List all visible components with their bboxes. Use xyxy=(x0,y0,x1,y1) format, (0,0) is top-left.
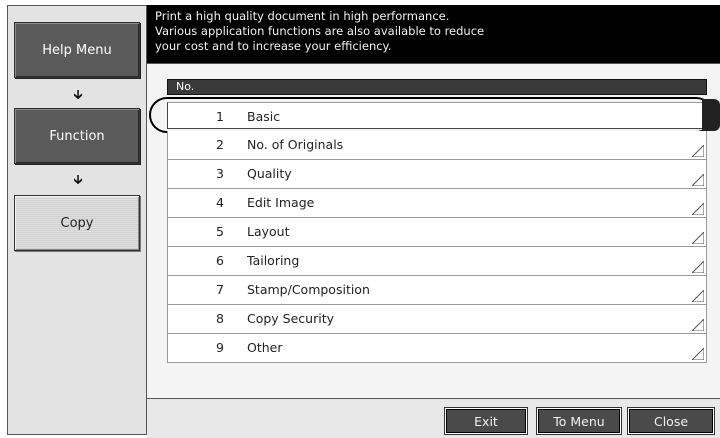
row-label: Layout xyxy=(247,224,290,239)
corner-mark-icon xyxy=(692,290,704,302)
function-button[interactable]: Function xyxy=(14,108,140,164)
row-label: No. of Originals xyxy=(247,137,344,152)
function-row-layout[interactable]: 5 Layout xyxy=(167,218,707,247)
row-number: 2 xyxy=(216,137,224,152)
message-line: your cost and to increase your efficienc… xyxy=(155,39,392,53)
row-label: Copy Security xyxy=(247,311,335,326)
column-header-no: No. xyxy=(176,80,195,93)
row-number: 4 xyxy=(216,195,224,210)
message-line: Various application functions are also a… xyxy=(155,24,485,38)
row-label: Other xyxy=(247,340,283,355)
function-row-no-of-originals[interactable]: 2 No. of Originals xyxy=(167,131,707,160)
function-row-quality[interactable]: 3 Quality xyxy=(167,160,707,189)
exit-button[interactable]: Exit xyxy=(446,409,526,433)
function-row-other[interactable]: 9 Other xyxy=(167,334,707,363)
row-number: 9 xyxy=(216,340,224,355)
function-row-tailoring[interactable]: 6 Tailoring xyxy=(167,247,707,276)
corner-mark-icon xyxy=(692,319,704,331)
function-row-edit-image[interactable]: 4 Edit Image xyxy=(167,189,707,218)
help-menu-button[interactable]: Help Menu xyxy=(14,22,140,78)
row-number: 5 xyxy=(216,224,224,239)
function-row-stamp-composition[interactable]: 7 Stamp/Composition xyxy=(167,276,707,305)
exit-label: Exit xyxy=(474,413,498,429)
copy-button: Copy xyxy=(14,195,140,251)
row-number: 3 xyxy=(216,166,224,181)
selection-tab xyxy=(702,99,720,131)
function-row-basic[interactable]: 1 Basic xyxy=(167,102,707,129)
close-label: Close xyxy=(653,413,689,429)
help-screen: Help Menu 🡳 Function 🡳 Copy Print a high… xyxy=(0,0,720,438)
close-button[interactable]: Close xyxy=(629,409,713,433)
row-label: Quality xyxy=(247,166,292,181)
corner-mark-icon xyxy=(692,145,704,157)
table-header: No. xyxy=(167,79,707,95)
corner-mark-icon xyxy=(692,261,704,273)
function-label: Function xyxy=(49,128,105,144)
down-arrow-icon: 🡳 xyxy=(73,88,83,103)
description-message: Print a high quality document in high pe… xyxy=(147,5,720,63)
corner-mark-icon xyxy=(692,203,704,215)
to-menu-button[interactable]: To Menu xyxy=(538,409,620,433)
corner-mark-icon xyxy=(692,174,704,186)
corner-mark-icon xyxy=(692,232,704,244)
to-menu-label: To Menu xyxy=(553,413,605,429)
row-number: 7 xyxy=(216,282,224,297)
row-number: 6 xyxy=(216,253,224,268)
row-number: 8 xyxy=(216,311,224,326)
row-label: Basic xyxy=(247,109,281,124)
copy-label: Copy xyxy=(60,215,94,231)
corner-mark-icon xyxy=(692,348,704,360)
function-row-copy-security[interactable]: 8 Copy Security xyxy=(167,305,707,334)
row-label: Edit Image xyxy=(247,195,315,210)
down-arrow-icon: 🡳 xyxy=(73,173,83,188)
row-label: Tailoring xyxy=(247,253,300,268)
message-line: Print a high quality document in high pe… xyxy=(155,9,450,23)
row-label: Stamp/Composition xyxy=(247,282,370,297)
row-number: 1 xyxy=(216,109,224,124)
help-menu-label: Help Menu xyxy=(42,42,112,58)
